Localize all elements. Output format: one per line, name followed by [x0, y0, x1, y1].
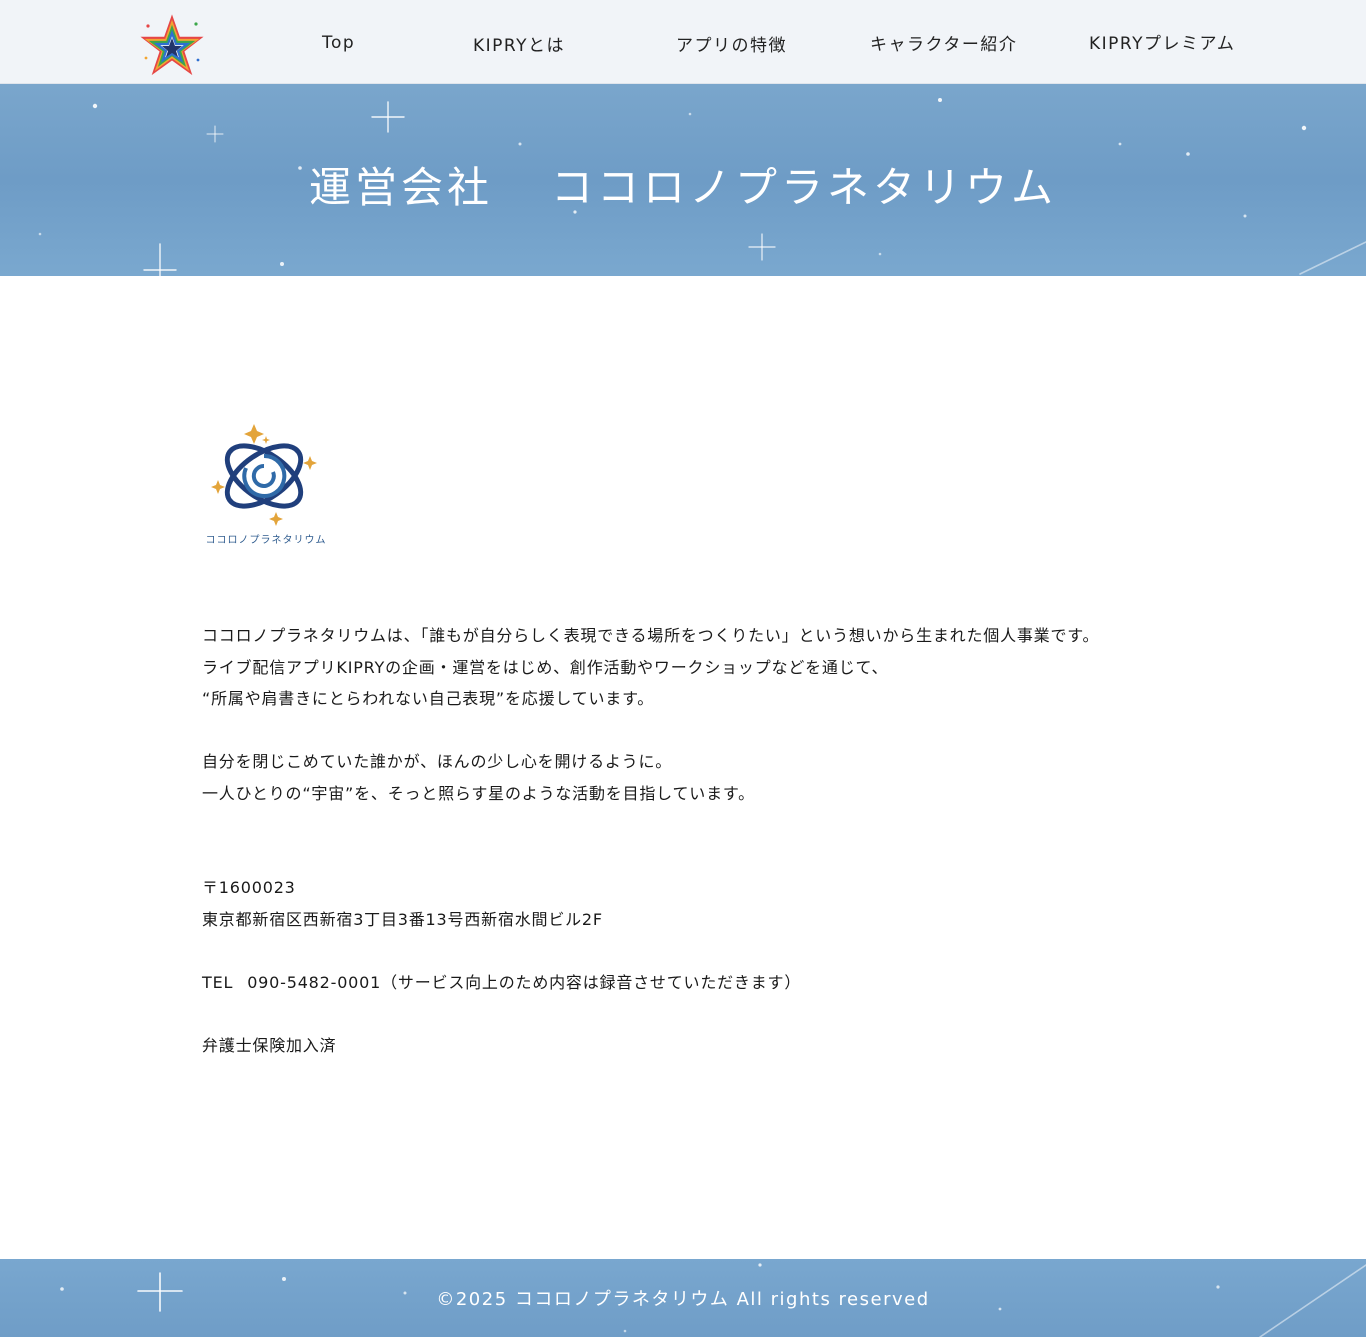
company-logo-caption: ココロノプラネタリウム	[205, 535, 327, 546]
copyright-text: ©2025 ココロノプラネタリウム All rights reserved	[436, 1289, 930, 1310]
site-footer: ©2025 ココロノプラネタリウム All rights reserved	[0, 1259, 1366, 1337]
intro-line: “所属や肩書きにとらわれない自己表現”を応援しています。	[202, 689, 655, 709]
mission-line: 自分を閉じこめていた誰かが、ほんの少し心を開けるように。	[202, 752, 673, 771]
nav-characters[interactable]: キャラクター紹介	[870, 30, 1017, 55]
tel-label: TEL	[202, 973, 234, 992]
intro-line: ココロノプラネタリウムは、「誰もが自分らしく表現できる場所をつくりたい」という想…	[202, 626, 1100, 645]
company-mission: 自分を閉じこめていた誰かが、ほんの少し心を開けるように。 一人ひとりの“宇宙”を…	[202, 746, 1202, 809]
company-phone: TEL 090-5482-0001（サービス向上のため内容は録音させていただきます…	[202, 967, 1202, 999]
company-address-text: 東京都新宿区西新宿3丁目3番13号西新宿水間ビル2F	[202, 910, 603, 929]
insurance-text: 弁護士保険加入済	[202, 1036, 337, 1055]
intro-line: ライブ配信アプリKIPRYの企画・運営をはじめ、創作活動やワークショップなどを通…	[202, 657, 889, 677]
postal-code: 〒1600023	[202, 872, 1202, 904]
company-intro: ココロノプラネタリウムは、「誰もが自分らしく表現できる場所をつくりたい」という想…	[202, 620, 1202, 715]
hero-banner: 運営会社 ココロノプラネタリウム	[0, 84, 1366, 276]
nav-top[interactable]: Top	[322, 33, 355, 53]
nav-app-features[interactable]: アプリの特徴	[676, 31, 787, 56]
nav-about-kipry[interactable]: KIPRYとは	[473, 31, 565, 56]
page-title-left: 運営会社	[308, 163, 493, 212]
insurance-note: 弁護士保険加入済	[202, 1030, 1202, 1062]
company-address: 東京都新宿区西新宿3丁目3番13号西新宿水間ビル2F	[202, 904, 1202, 936]
site-header: Top KIPRYとは アプリの特徴 キャラクター紹介 KIPRYプレミアム	[0, 0, 1366, 84]
page-title: 運営会社 ココロノプラネタリウム	[0, 154, 1366, 215]
postal-code-text: 〒1600023	[202, 878, 296, 897]
kipry-logo-icon[interactable]	[140, 14, 204, 78]
company-logo: ココロノプラネタリウム	[202, 420, 330, 550]
nav-kipry-premium[interactable]: KIPRYプレミアム	[1089, 29, 1235, 54]
orbit-logo-icon	[211, 424, 317, 526]
tel-number: 090-5482-0001（サービス向上のため内容は録音させていただきます）	[247, 973, 802, 992]
mission-line: 一人ひとりの“宇宙”を、そっと照らす星のような活動を目指しています。	[202, 783, 755, 803]
page-title-right: ココロノプラネタリウム	[551, 163, 1058, 212]
